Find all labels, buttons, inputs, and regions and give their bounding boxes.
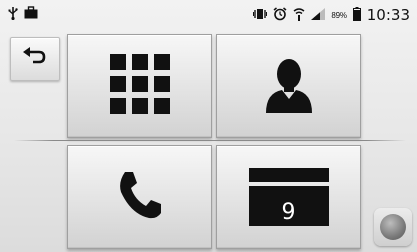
status-left	[0, 6, 38, 25]
person-icon	[264, 55, 314, 118]
grid-icon	[109, 53, 170, 119]
calendar-button[interactable]: 9	[216, 145, 361, 249]
phone-icon	[117, 170, 163, 225]
briefcase-icon	[24, 6, 38, 24]
back-button[interactable]	[10, 37, 60, 81]
clock-time: 10:33	[366, 6, 410, 24]
wifi-icon	[293, 7, 305, 24]
status-bar: 89% 10:33	[0, 0, 417, 30]
home-orb-icon	[380, 214, 406, 240]
app-drawer-button[interactable]	[67, 34, 212, 138]
calendar-icon: 9	[248, 168, 329, 226]
row-divider	[14, 140, 406, 141]
calendar-day: 9	[281, 200, 296, 225]
battery-percent: 89%	[331, 10, 347, 20]
signal-icon	[311, 7, 326, 23]
alarm-icon	[273, 6, 287, 24]
status-right: 89% 10:33	[253, 6, 417, 24]
back-arrow-icon	[22, 46, 48, 72]
vibrate-icon	[253, 7, 268, 23]
contacts-button[interactable]	[216, 34, 361, 138]
phone-button[interactable]	[67, 145, 212, 249]
home-button[interactable]	[374, 208, 412, 246]
battery-icon	[352, 6, 361, 24]
usb-icon	[8, 6, 18, 25]
